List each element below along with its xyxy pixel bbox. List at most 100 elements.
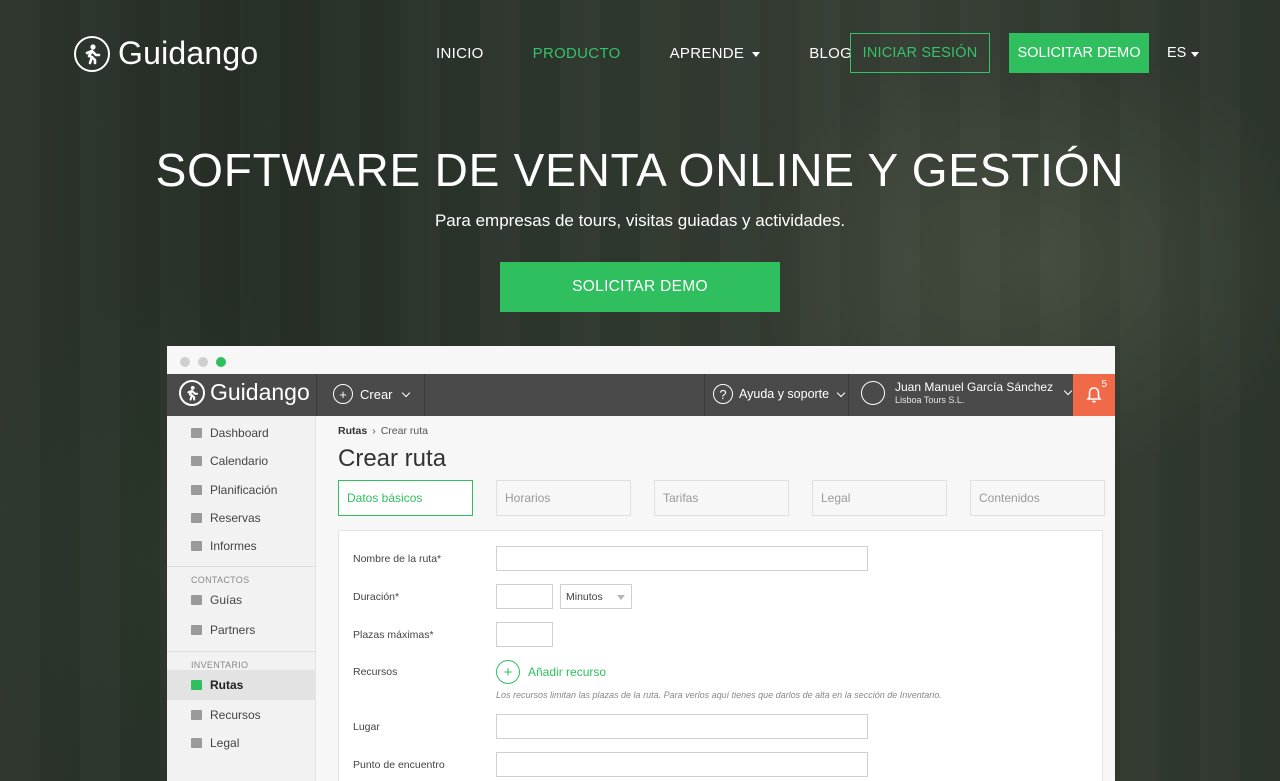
request-demo-hero-button[interactable]: SOLICITAR DEMO [500,262,780,312]
plus-icon: + [333,384,353,404]
image-icon [191,680,202,691]
tab-legal[interactable]: Legal [812,480,947,516]
breadcrumb-current: Crear ruta [380,425,428,437]
top-navigation: Guidango INICIO PRODUCTO APRENDE BLOG IN… [0,0,1280,108]
sidebar-item-rutas[interactable]: Rutas [167,670,315,701]
tab-datos-basicos[interactable]: Datos básicos [338,480,473,516]
language-selector[interactable]: ES [1167,45,1200,61]
nav-blog[interactable]: BLOG [809,45,852,62]
hero-title: SOFTWARE DE VENTA ONLINE Y GESTIÓN [155,144,1125,196]
notification-count: 5 [1101,379,1107,390]
plus-icon: + [496,660,520,684]
bar-chart-icon [191,541,202,552]
sidebar-item-label: Dashboard [210,426,269,441]
sidebar-heading-inventario: INVENTARIO [191,660,249,671]
add-resource-button[interactable]: + Añadir recurso [496,660,606,684]
max-seats-input[interactable] [496,622,553,647]
sidebar-item-informes[interactable]: Informes [167,532,315,560]
form-row-meeting-point: Punto de encuentro [353,752,868,777]
edit-icon [191,484,202,495]
caret-down-icon [1191,51,1200,57]
route-name-label: Nombre de la ruta* [353,552,442,565]
resources-label: Recursos [353,666,398,678]
user-organization: Lisboa Tours S.L. [895,395,965,405]
question-icon: ? [713,384,733,404]
user-name: Juan Manuel García Sánchez [895,380,1054,394]
sidebar-item-calendario[interactable]: Calendario [167,447,315,475]
tab-horarios[interactable]: Horarios [496,480,631,516]
bank-icon [191,737,202,748]
breadcrumb-chevron-icon: › [372,425,376,437]
tab-tarifas[interactable]: Tarifas [654,480,789,516]
login-button[interactable]: INICIAR SESIÓN [850,33,990,73]
app-mockup-window: Guidango + Crear ? Ayuda y soporte Juan … [167,346,1115,781]
nav-label: INICIO [436,44,484,62]
duration-unit-select[interactable]: Minutos [560,584,632,609]
create-label: Crear [360,386,393,402]
sidebar-item-guias[interactable]: Guías [167,585,315,615]
app-brand-name: Guidango [210,379,310,405]
brand[interactable]: Guidango [74,35,258,72]
breadcrumb-parent-link[interactable]: Rutas [338,425,367,437]
sidebar-item-label: Legal [210,735,240,750]
sidebar-item-label: Informes [210,539,257,554]
form-tabs: Datos básicos Horarios Tarifas Legal Con… [338,480,1105,516]
create-menu-button[interactable]: + Crear [333,384,410,404]
nav-producto[interactable]: PRODUCTO [533,45,621,62]
place-input[interactable] [496,714,868,739]
route-name-input[interactable] [496,546,868,571]
window-dot-icon [198,357,208,367]
nav-inicio[interactable]: INICIO [436,45,484,62]
duration-input[interactable] [496,584,553,609]
form-row-route-name: Nombre de la ruta* [353,546,868,571]
wrench-icon [191,709,202,720]
sidebar-item-planificacion[interactable]: Planificación [167,476,315,504]
form-row-resources: Recursos + Añadir recurso [353,660,606,684]
sidebar-item-dashboard[interactable]: Dashboard [167,419,315,447]
cart-icon [191,513,202,524]
divider [704,374,705,416]
nav-aprende[interactable]: APRENDE [670,45,761,62]
meeting-point-label: Punto de encuentro [353,758,445,771]
user-menu[interactable]: Juan Manuel García Sánchez Lisboa Tours … [861,380,1073,405]
tab-contenidos[interactable]: Contenidos [970,480,1105,516]
app-header: Guidango + Crear ? Ayuda y soporte Juan … [167,374,1115,416]
sidebar-item-label: Calendario [210,454,269,469]
language-label: ES [1167,45,1187,61]
notifications-button[interactable]: 5 [1073,374,1115,416]
add-resource-label: Añadir recurso [528,665,607,679]
briefcase-icon [191,625,202,636]
calendar-icon [191,456,202,467]
sidebar-item-reservas[interactable]: Reservas [167,504,315,532]
user-info: Juan Manuel García Sánchez Lisboa Tours … [895,380,1053,405]
meeting-point-input[interactable] [496,752,868,777]
divider [316,374,317,416]
sidebar-heading-contactos: CONTACTOS [191,575,250,586]
sidebar-item-legal[interactable]: Legal [167,729,315,757]
nav-label: BLOG [809,44,853,62]
form-row-max-seats: Plazas máximas* [353,622,553,647]
form-row-duration: Duración* Minutos [353,584,632,609]
help-support-menu[interactable]: ? Ayuda y soporte [713,384,846,404]
nav-label: PRODUCTO [532,44,621,62]
main-nav: INICIO PRODUCTO APRENDE BLOG [436,33,901,73]
sidebar-item-partners[interactable]: Partners [167,615,315,645]
sidebar-item-recursos[interactable]: Recursos [167,700,315,728]
sidebar-item-label: Reservas [210,511,261,526]
group-icon [191,595,202,606]
nav-label: APRENDE [669,44,745,62]
request-demo-nav-button[interactable]: SOLICITAR DEMO [1009,33,1149,73]
sidebar-item-label: Planificación [210,482,278,497]
sidebar-item-label: Partners [210,623,256,638]
place-label: Lugar [353,720,380,733]
app-brand[interactable]: Guidango [179,379,310,406]
sidebar-item-label: Recursos [210,707,261,722]
chevron-down-icon [1063,386,1073,396]
app-sidebar: Dashboard Calendario Planificación Reser… [167,416,316,781]
bell-icon [1086,387,1102,403]
home-icon [191,428,202,439]
sidebar-item-label: Guías [210,593,243,608]
app-main: Rutas › Crear ruta Crear ruta Datos bási… [316,416,1115,781]
page-title: Crear ruta [338,445,447,472]
divider [167,566,315,568]
